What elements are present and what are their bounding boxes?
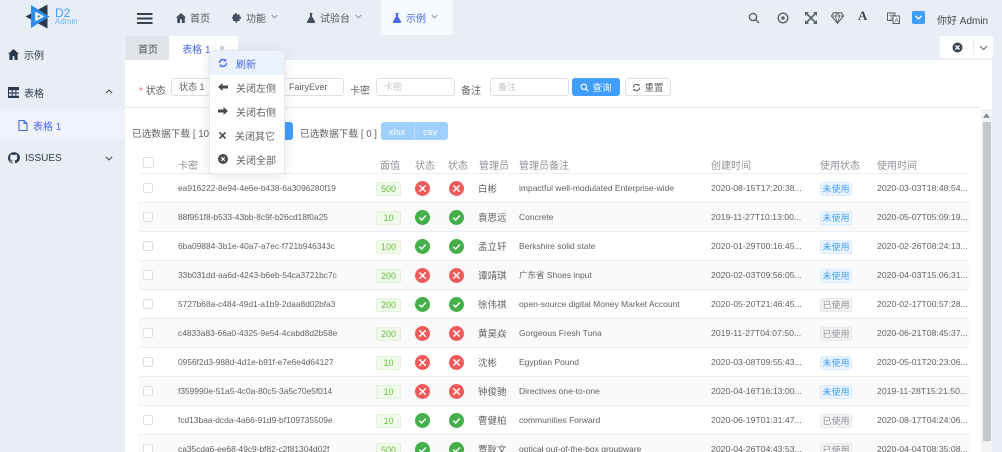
svg-text:A: A — [895, 17, 900, 24]
